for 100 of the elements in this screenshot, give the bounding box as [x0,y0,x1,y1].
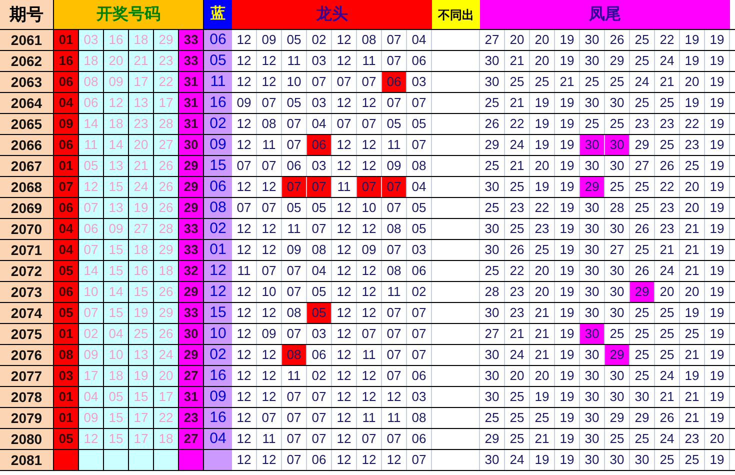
ball-cell: 30 [179,324,204,344]
ball-cell: 14 [79,114,104,134]
special-ball-cell: 02 [204,114,232,134]
ball-cell: 20 [154,366,179,386]
period-cell: 2066 [0,135,54,155]
ball-cell: 31 [179,72,204,92]
ball-cell: 23 [129,114,154,134]
ball-cell: 15 [104,240,129,260]
dragon-cell: 07 [357,177,382,197]
ball-cell: 26 [154,198,179,218]
period-cell: 2081 [0,450,54,470]
ball-cell: 18 [154,261,179,281]
special-ball-cell: 04 [204,429,232,449]
ball-cell: 18 [129,30,154,50]
ball-cell: 24 [129,177,154,197]
ball-cell: 26 [154,282,179,302]
ball-cell: 19 [129,198,154,218]
period-cell: 2074 [0,303,54,323]
ball-cell: 04 [79,387,104,407]
ball-cell: 17 [79,366,104,386]
special-ball-cell: 09 [204,135,232,155]
special-ball-cell: 10 [204,324,232,344]
period-cell: 2075 [0,324,54,344]
special-ball-cell: 16 [204,408,232,428]
ball-cell: 27 [179,429,204,449]
period-cell: 2067 [0,156,54,176]
ball-cell: 23 [154,51,179,71]
ball-cell: 07 [79,198,104,218]
ball-cell: 27 [179,366,204,386]
ball-cell: 28 [154,114,179,134]
period-cell: 2062 [0,51,54,71]
ball-cell: 33 [179,51,204,71]
dragon-cell: 06 [307,135,332,155]
dragon-cell: 06 [382,72,407,92]
period-cell: 2063 [0,72,54,92]
ball-cell: 27 [129,219,154,239]
special-ball-cell: 08 [204,198,232,218]
ball-cell: 29 [154,240,179,260]
ball-cell: 09 [104,72,129,92]
period-cell: 2073 [0,282,54,302]
ball-cell: 32 [179,261,204,281]
ball-cell: 24 [154,345,179,365]
ball-cell: 15 [129,387,154,407]
dragon-cell: 05 [307,303,332,323]
phoenix-cell: 30 [605,135,630,155]
ball-cell: 05 [104,387,129,407]
ball-cell: 08 [79,72,104,92]
ball-cell: 10 [104,345,129,365]
ball-cell: 20 [104,51,129,71]
ball-cell: 07 [54,177,79,197]
special-ball-cell: 15 [204,303,232,323]
ball-cell: 28 [154,219,179,239]
ball-cell: 18 [104,114,129,134]
ball-cell: 19 [129,303,154,323]
dragon-cell: 07 [307,177,332,197]
special-ball-cell: 02 [204,219,232,239]
ball-cell: 25 [129,324,154,344]
ball-cell: 22 [154,408,179,428]
ball-cell: 13 [129,345,154,365]
ball-cell: 04 [104,324,129,344]
period-cell: 2061 [0,30,54,50]
dragon-cell: 07 [382,177,407,197]
ball-cell: 33 [179,30,204,50]
ball-cell: 15 [129,282,154,302]
special-ball-cell: 05 [204,51,232,71]
ball-cell: 26 [154,156,179,176]
column-header: 期号 [0,0,54,29]
ball-cell: 09 [54,114,79,134]
ball-cell: 13 [104,156,129,176]
special-ball-cell: 16 [204,366,232,386]
period-cell: 2071 [0,240,54,260]
ball-cell: 13 [129,93,154,113]
ball-cell: 04 [54,240,79,260]
ball-cell: 04 [54,93,79,113]
ball-cell: 09 [104,219,129,239]
period-cell: 2064 [0,93,54,113]
ball-cell: 31 [179,114,204,134]
ball-cell: 09 [79,345,104,365]
special-ball-cell: 02 [204,345,232,365]
ball-cell: 18 [129,240,154,260]
column-header: 蓝 [204,0,232,29]
period-cell: 2079 [0,408,54,428]
ball-cell: 29 [154,303,179,323]
ball-cell: 29 [179,282,204,302]
period-cell: 2069 [0,198,54,218]
ball-cell: 33 [179,303,204,323]
ball-cell: 09 [79,408,104,428]
ball-cell: 29 [179,177,204,197]
ball-cell: 07 [79,240,104,260]
ball-cell: 17 [129,72,154,92]
ball-cell: 26 [154,324,179,344]
ball-cell: 27 [154,135,179,155]
ball-cell: 04 [54,219,79,239]
phoenix-cell: 29 [580,177,605,197]
ball-cell: 19 [129,366,154,386]
dragon-cell: 07 [282,177,307,197]
special-ball-cell: 06 [204,30,232,50]
ball-cell: 06 [54,282,79,302]
ball-cell: 14 [79,261,104,281]
ball-cell: 12 [104,93,129,113]
